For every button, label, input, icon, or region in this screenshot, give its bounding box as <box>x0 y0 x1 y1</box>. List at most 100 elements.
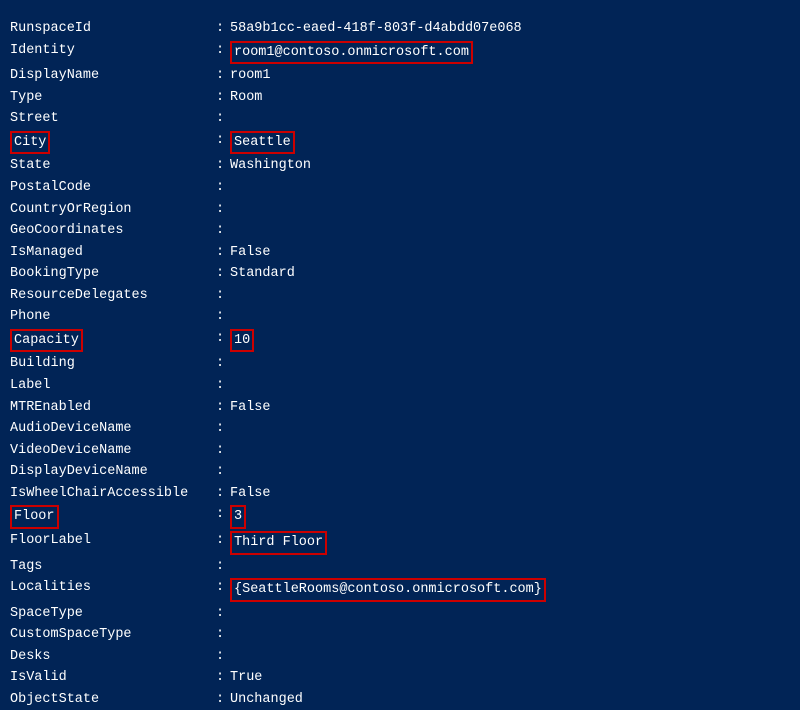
table-row: DisplayName:room1 <box>10 65 790 87</box>
prop-colon: : <box>210 483 230 505</box>
prop-name: Localities <box>10 577 210 603</box>
prop-colon: : <box>210 353 230 375</box>
highlight-value: 3 <box>230 505 246 529</box>
prop-name: IsValid <box>10 667 210 689</box>
table-row: Tags: <box>10 556 790 578</box>
table-row: Desks: <box>10 646 790 668</box>
prop-name: DisplayName <box>10 65 210 87</box>
table-row: MTREnabled:False <box>10 397 790 419</box>
prop-value: False <box>230 397 790 419</box>
prop-colon: : <box>210 108 230 130</box>
prop-name: PostalCode <box>10 177 210 199</box>
prop-name: GeoCoordinates <box>10 220 210 242</box>
prop-colon: : <box>210 461 230 483</box>
highlight-value: room1@contoso.onmicrosoft.com <box>230 41 473 65</box>
highlight-name: Capacity <box>10 329 83 353</box>
highlight-value: Seattle <box>230 131 295 155</box>
prop-colon: : <box>210 65 230 87</box>
table-row: Floor:3 <box>10 504 790 530</box>
prop-name: SpaceType <box>10 603 210 625</box>
prop-name: Identity <box>10 40 210 66</box>
prop-value: 10 <box>230 328 790 354</box>
table-row: Capacity:10 <box>10 328 790 354</box>
prop-name: Building <box>10 353 210 375</box>
prop-name: Street <box>10 108 210 130</box>
properties-table: RunspaceId:58a9b1cc-eaed-418f-803f-d4abd… <box>10 18 790 710</box>
prop-colon: : <box>210 689 230 710</box>
prop-name: Label <box>10 375 210 397</box>
prop-name: Capacity <box>10 328 210 354</box>
prop-value: Unchanged <box>230 689 790 710</box>
table-row: City:Seattle <box>10 130 790 156</box>
prop-colon: : <box>210 242 230 264</box>
prop-colon: : <box>210 418 230 440</box>
highlight-value: {SeattleRooms@contoso.onmicrosoft.com} <box>230 578 546 602</box>
prop-colon: : <box>210 328 230 354</box>
table-row: State:Washington <box>10 155 790 177</box>
prop-colon: : <box>210 87 230 109</box>
table-row: Identity:room1@contoso.onmicrosoft.com <box>10 40 790 66</box>
prop-colon: : <box>210 556 230 578</box>
prop-value: 3 <box>230 504 790 530</box>
highlight-value: 10 <box>230 329 254 353</box>
prop-value: room1 <box>230 65 790 87</box>
table-row: SpaceType: <box>10 603 790 625</box>
prop-value <box>230 624 790 646</box>
prop-colon: : <box>210 603 230 625</box>
prop-value: Seattle <box>230 130 790 156</box>
table-row: CountryOrRegion: <box>10 199 790 221</box>
prop-value: 58a9b1cc-eaed-418f-803f-d4abdd07e068 <box>230 18 790 40</box>
table-row: FloorLabel:Third Floor <box>10 530 790 556</box>
prop-colon: : <box>210 199 230 221</box>
table-row: RunspaceId:58a9b1cc-eaed-418f-803f-d4abd… <box>10 18 790 40</box>
prop-name: AudioDeviceName <box>10 418 210 440</box>
prop-value <box>230 418 790 440</box>
prop-value: {SeattleRooms@contoso.onmicrosoft.com} <box>230 577 790 603</box>
table-row: Label: <box>10 375 790 397</box>
table-row: VideoDeviceName: <box>10 440 790 462</box>
highlight-name: Floor <box>10 505 59 529</box>
table-row: Type:Room <box>10 87 790 109</box>
prop-value <box>230 353 790 375</box>
prop-value: Washington <box>230 155 790 177</box>
highlight-value: Third Floor <box>230 531 327 555</box>
prop-value: False <box>230 242 790 264</box>
prop-name: ObjectState <box>10 689 210 710</box>
prop-colon: : <box>210 306 230 328</box>
prop-value <box>230 306 790 328</box>
prop-name: State <box>10 155 210 177</box>
prop-value <box>230 199 790 221</box>
prop-value <box>230 177 790 199</box>
table-row: IsValid:True <box>10 667 790 689</box>
prop-colon: : <box>210 40 230 66</box>
table-row: IsManaged:False <box>10 242 790 264</box>
prop-value: False <box>230 483 790 505</box>
prop-colon: : <box>210 397 230 419</box>
prop-colon: : <box>210 285 230 307</box>
prop-name: MTREnabled <box>10 397 210 419</box>
prop-colon: : <box>210 263 230 285</box>
prop-value: Room <box>230 87 790 109</box>
table-row: Street: <box>10 108 790 130</box>
terminal-window: RunspaceId:58a9b1cc-eaed-418f-803f-d4abd… <box>0 0 800 634</box>
prop-value <box>230 375 790 397</box>
prop-name: FloorLabel <box>10 530 210 556</box>
prop-name: ResourceDelegates <box>10 285 210 307</box>
prop-colon: : <box>210 577 230 603</box>
prop-name: DisplayDeviceName <box>10 461 210 483</box>
prop-value <box>230 440 790 462</box>
highlight-name: City <box>10 131 50 155</box>
prop-value: Standard <box>230 263 790 285</box>
prop-value <box>230 603 790 625</box>
table-row: BookingType:Standard <box>10 263 790 285</box>
prop-value: room1@contoso.onmicrosoft.com <box>230 40 790 66</box>
table-row: Localities:{SeattleRooms@contoso.onmicro… <box>10 577 790 603</box>
prop-colon: : <box>210 155 230 177</box>
prop-name: Floor <box>10 504 210 530</box>
prop-name: CustomSpaceType <box>10 624 210 646</box>
prop-colon: : <box>210 504 230 530</box>
prop-colon: : <box>210 530 230 556</box>
prop-value <box>230 461 790 483</box>
prop-colon: : <box>210 375 230 397</box>
prop-name: IsWheelChairAccessible <box>10 483 210 505</box>
